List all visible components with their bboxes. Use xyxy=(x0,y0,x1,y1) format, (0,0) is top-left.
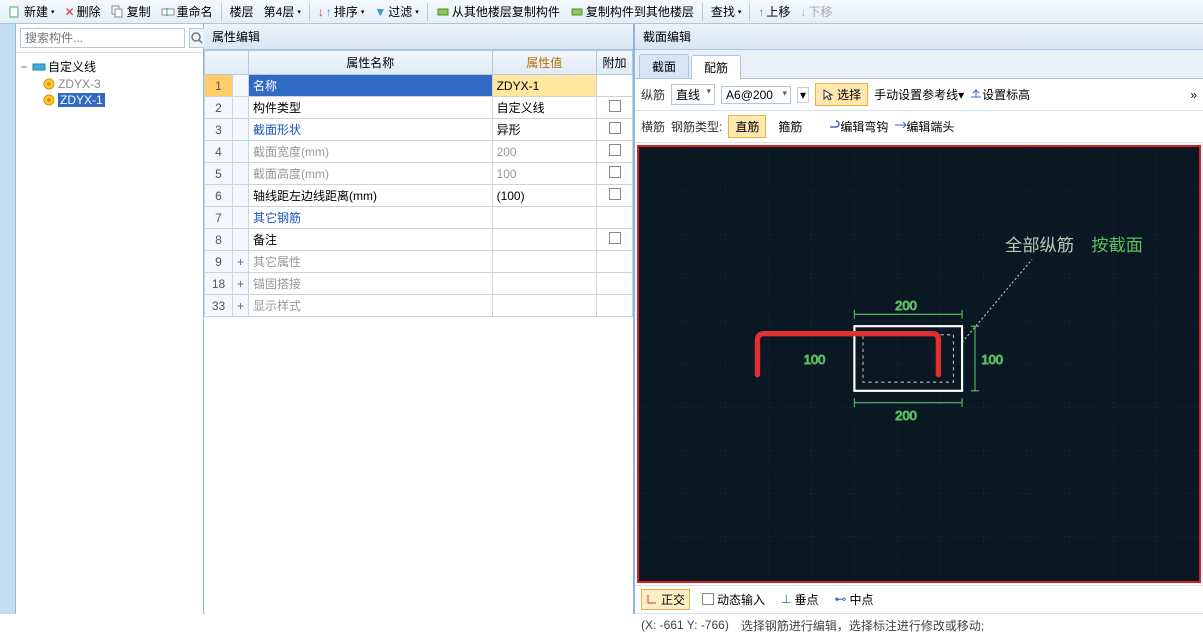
coord-readout: (X: -661 Y: -766) xyxy=(641,618,729,632)
floor-label: 楼层 xyxy=(226,2,258,22)
ortho-toggle[interactable]: 正交 xyxy=(641,589,690,610)
dim-top: 200 xyxy=(895,298,917,313)
overflow-icon[interactable]: » xyxy=(1190,88,1197,102)
dim-right: 100 xyxy=(981,352,1003,367)
property-panel: 属性编辑 属性名称 属性值 附加 1名称ZDYX-12构件类型自定义线3截面形状… xyxy=(204,24,634,614)
table-row[interactable]: 1名称ZDYX-1 xyxy=(205,75,633,97)
component-tree: − 自定义线 ZDYX-3 ZDYX-1 xyxy=(16,53,203,112)
section-canvas[interactable]: 全部纵筋 按截面 200 100 200 100 xyxy=(637,145,1201,583)
left-dock-strip xyxy=(0,24,16,614)
table-row[interactable]: 6轴线距左边线距离(mm)(100) xyxy=(205,185,633,207)
copy-from-button[interactable]: 从其他楼层复制构件 xyxy=(432,2,564,22)
section-tabs: 截面 配筋 xyxy=(635,50,1203,79)
tree-item-zdyx3[interactable]: ZDYX-3 xyxy=(18,76,201,92)
stirrup-button[interactable]: 箍筋 xyxy=(772,116,808,137)
main-toolbar: 新建▾ ✕删除 复制 重命名 楼层 第4层▾ ↓↑排序▾ ▼过滤▾ 从其他楼层复… xyxy=(0,0,1203,24)
rebar-combo[interactable]: A6@200 xyxy=(721,86,791,104)
copy-button[interactable]: 复制 xyxy=(107,2,155,22)
filter-button[interactable]: ▼过滤▾ xyxy=(370,2,422,22)
rename-button[interactable]: 重命名 xyxy=(157,2,217,22)
edit-end-button[interactable]: 编辑端头 xyxy=(894,118,954,135)
tab-rebar[interactable]: 配筋 xyxy=(691,55,741,79)
tree-panel: − 自定义线 ZDYX-3 ZDYX-1 xyxy=(16,24,204,614)
copy-to-button[interactable]: 复制构件到其他楼层 xyxy=(566,2,698,22)
hint-text: 选择钢筋进行编辑，选择标注进行修改或移动; xyxy=(741,617,984,634)
move-up-button[interactable]: ↑上移 xyxy=(754,2,794,22)
table-row[interactable]: 33+显示样式 xyxy=(205,295,633,317)
new-button[interactable]: 新建▾ xyxy=(4,2,59,22)
property-panel-title: 属性编辑 xyxy=(204,24,633,50)
floor-level-combo[interactable]: 第4层▾ xyxy=(260,2,305,22)
transv-label: 横筋 xyxy=(641,118,665,135)
tree-item-zdyx1[interactable]: ZDYX-1 xyxy=(18,92,201,108)
canvas-status-bar: 正交 动态输入 ⊥垂点 ⊷中点 xyxy=(635,585,1203,613)
rebar-toolbar-1: 纵筋 直线 A6@200 ▾ 选择 手动设置参考线▾ 设置标高 » xyxy=(635,79,1203,111)
section-panel-title: 截面编辑 xyxy=(635,24,1203,50)
line-combo[interactable]: 直线 xyxy=(671,84,715,105)
col-value: 属性值 xyxy=(492,51,596,75)
straight-button[interactable]: 直筋 xyxy=(728,115,766,138)
coord-bar: (X: -661 Y: -766) 选择钢筋进行编辑，选择标注进行修改或移动; xyxy=(635,613,1203,637)
table-row[interactable]: 4截面宽度(mm)200 xyxy=(205,141,633,163)
table-row[interactable]: 3截面形状异形 xyxy=(205,119,633,141)
dim-bottom: 200 xyxy=(895,408,917,423)
tree-root[interactable]: − 自定义线 xyxy=(18,57,201,76)
set-elev-button[interactable]: 设置标高 xyxy=(970,86,1030,103)
table-row[interactable]: 7其它钢筋 xyxy=(205,207,633,229)
edit-hook-button[interactable]: 编辑弯钩 xyxy=(828,118,888,135)
delete-button[interactable]: ✕删除 xyxy=(61,2,105,22)
table-row[interactable]: 2构件类型自定义线 xyxy=(205,97,633,119)
canvas-annot-by: 按截面 xyxy=(1091,235,1143,255)
find-button[interactable]: 查找▾ xyxy=(707,2,746,22)
table-row[interactable]: 18+锚固搭接 xyxy=(205,273,633,295)
col-name: 属性名称 xyxy=(249,51,493,75)
search-button[interactable] xyxy=(189,28,205,48)
table-row[interactable]: 9+其它属性 xyxy=(205,251,633,273)
mid-snap[interactable]: ⊷中点 xyxy=(831,590,878,609)
search-input[interactable] xyxy=(20,28,185,48)
sort-button[interactable]: ↓↑排序▾ xyxy=(314,2,369,22)
dyn-input-toggle[interactable]: 动态输入 xyxy=(698,590,769,609)
canvas-annot-all: 全部纵筋 xyxy=(1005,235,1074,255)
table-row[interactable]: 5截面高度(mm)100 xyxy=(205,163,633,185)
select-button[interactable]: 选择 xyxy=(815,83,868,106)
col-extra: 附加 xyxy=(597,51,633,75)
rebar-type-label: 钢筋类型: xyxy=(671,118,722,135)
manual-ref-button[interactable]: 手动设置参考线▾ xyxy=(874,86,964,103)
dim-left: 100 xyxy=(804,352,826,367)
tab-section[interactable]: 截面 xyxy=(639,54,689,78)
move-down-button[interactable]: ↓下移 xyxy=(796,2,836,22)
property-grid[interactable]: 属性名称 属性值 附加 1名称ZDYX-12构件类型自定义线3截面形状异形4截面… xyxy=(204,50,633,614)
section-panel: 截面编辑 截面 配筋 纵筋 直线 A6@200 ▾ 选择 手动设置参考线▾ 设置… xyxy=(634,24,1203,614)
table-row[interactable]: 8备注 xyxy=(205,229,633,251)
perp-snap[interactable]: ⊥垂点 xyxy=(777,590,822,609)
rebar-toolbar-2: 横筋 钢筋类型: 直筋 箍筋 编辑弯钩 编辑端头 xyxy=(635,111,1203,143)
longit-label: 纵筋 xyxy=(641,86,665,103)
